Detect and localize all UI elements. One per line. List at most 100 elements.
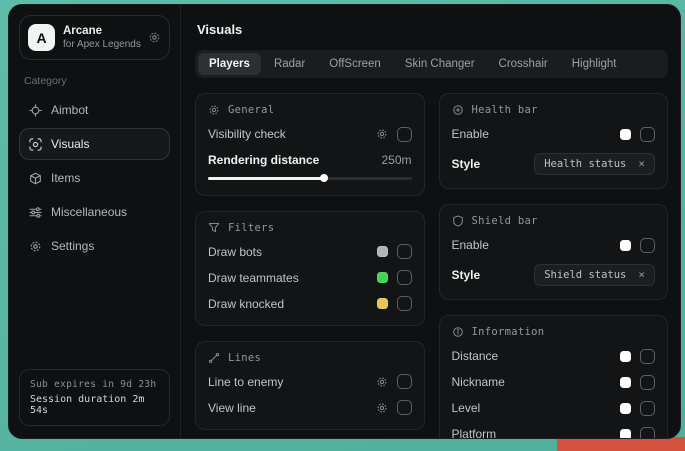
category-label: Category <box>24 75 165 87</box>
shield-enable-checkbox[interactable] <box>640 238 655 253</box>
config-gear-icon[interactable] <box>376 402 388 414</box>
sidebar-item-items[interactable]: Items <box>19 162 170 194</box>
color-swatch[interactable] <box>620 377 631 388</box>
main-content: Visuals Players Radar OffScreen Skin Cha… <box>181 5 680 438</box>
info-icon <box>452 326 464 338</box>
gear-icon <box>29 240 42 253</box>
tab-offscreen[interactable]: OffScreen <box>318 53 392 75</box>
sidebar: A Arcane for Apex Legends Category Aimbo… <box>9 5 181 438</box>
color-swatch[interactable] <box>377 272 388 283</box>
sidebar-item-aimbot[interactable]: Aimbot <box>19 94 170 126</box>
section-title: Shield bar <box>472 215 538 227</box>
section-health-bar: Health bar Enable Style Health status <box>439 93 669 189</box>
tab-crosshair[interactable]: Crosshair <box>488 53 559 75</box>
line-tool-icon <box>208 352 220 364</box>
sidebar-item-label: Items <box>51 171 80 185</box>
row-nickname: Nickname <box>452 369 656 395</box>
health-enable-checkbox[interactable] <box>640 127 655 142</box>
config-gear-icon[interactable] <box>376 128 388 140</box>
color-swatch[interactable] <box>377 246 388 257</box>
draw-knocked-checkbox[interactable] <box>397 296 412 311</box>
sidebar-item-label: Visuals <box>51 137 89 151</box>
general-gear-icon <box>208 104 220 116</box>
config-gear-icon[interactable] <box>376 376 388 388</box>
color-swatch[interactable] <box>620 429 631 439</box>
session-duration-text: Session duration 2m 54s <box>30 394 159 416</box>
section-general: General Visibility check <box>195 93 425 196</box>
row-level: Level <box>452 395 656 421</box>
row-platform: Platform <box>452 421 656 438</box>
health-icon <box>452 104 464 116</box>
app-subtitle: for Apex Legends <box>63 39 140 50</box>
right-column: Health bar Enable Style Health status <box>439 93 669 438</box>
shield-icon <box>452 215 464 227</box>
nickname-checkbox[interactable] <box>640 375 655 390</box>
sidebar-item-label: Aimbot <box>51 103 88 117</box>
subscription-info-card: Sub expires in 9d 23h Session duration 2… <box>19 369 170 426</box>
funnel-icon <box>208 222 220 234</box>
section-title: Health bar <box>472 104 538 116</box>
color-swatch[interactable] <box>620 403 631 414</box>
section-title: General <box>228 104 274 116</box>
color-swatch[interactable] <box>377 298 388 309</box>
section-title: Filters <box>228 222 274 234</box>
shield-style-select[interactable]: Shield status × <box>534 264 655 286</box>
visibility-check-checkbox[interactable] <box>397 127 412 142</box>
section-title: Lines <box>228 352 261 364</box>
row-draw-teammates: Draw teammates <box>208 265 412 291</box>
wallpaper-red-stripe <box>557 437 685 451</box>
line-to-enemy-checkbox[interactable] <box>397 374 412 389</box>
select-value: Health status <box>544 158 626 170</box>
scan-icon <box>29 138 42 151</box>
color-swatch[interactable] <box>620 129 631 140</box>
app-name: Arcane <box>63 25 140 37</box>
app-settings-icon[interactable] <box>148 31 161 44</box>
row-draw-knocked: Draw knocked <box>208 291 412 317</box>
section-shield-bar: Shield bar Enable Style Shield status <box>439 204 669 300</box>
row-shield-style: Style Shield status × <box>452 258 656 291</box>
rendering-distance-value: 250m <box>381 153 411 167</box>
color-swatch[interactable] <box>620 240 631 251</box>
select-value: Shield status <box>544 269 626 281</box>
tab-highlight[interactable]: Highlight <box>561 53 628 75</box>
tab-players[interactable]: Players <box>198 53 261 75</box>
slider-knob[interactable] <box>320 174 328 182</box>
view-line-checkbox[interactable] <box>397 400 412 415</box>
row-health-enable: Enable <box>452 121 656 147</box>
row-visibility-check: Visibility check <box>208 121 412 147</box>
sidebar-item-settings[interactable]: Settings <box>19 230 170 262</box>
clear-icon[interactable]: × <box>638 158 645 169</box>
draw-teammates-checkbox[interactable] <box>397 270 412 285</box>
clear-icon[interactable]: × <box>638 269 645 280</box>
app-header-card: A Arcane for Apex Legends <box>19 15 170 60</box>
sidebar-item-miscellaneous[interactable]: Miscellaneous <box>19 196 170 228</box>
sidebar-item-label: Miscellaneous <box>51 205 127 219</box>
draw-bots-checkbox[interactable] <box>397 244 412 259</box>
left-column: General Visibility check <box>195 93 425 438</box>
app-window: A Arcane for Apex Legends Category Aimbo… <box>8 4 681 439</box>
row-draw-bots: Draw bots <box>208 239 412 265</box>
tab-radar[interactable]: Radar <box>263 53 316 75</box>
health-style-select[interactable]: Health status × <box>534 153 655 175</box>
rendering-distance-slider[interactable] <box>208 177 412 180</box>
platform-checkbox[interactable] <box>640 427 655 439</box>
color-swatch[interactable] <box>620 351 631 362</box>
section-lines: Lines Line to enemy <box>195 341 425 430</box>
row-distance: Distance <box>452 343 656 369</box>
row-health-style: Style Health status × <box>452 147 656 180</box>
cube-icon <box>29 172 42 185</box>
section-filters: Filters Draw bots Draw teammates <box>195 211 425 326</box>
section-title: Information <box>472 326 545 338</box>
page-title: Visuals <box>197 22 668 37</box>
row-line-to-enemy: Line to enemy <box>208 369 412 395</box>
tab-bar: Players Radar OffScreen Skin Changer Cro… <box>195 50 668 78</box>
row-rendering-distance: Rendering distance 250m <box>208 147 412 168</box>
level-checkbox[interactable] <box>640 401 655 416</box>
crosshair-icon <box>29 104 42 117</box>
distance-checkbox[interactable] <box>640 349 655 364</box>
app-logo: A <box>28 24 55 51</box>
sidebar-item-visuals[interactable]: Visuals <box>19 128 170 160</box>
sliders-icon <box>29 206 42 219</box>
tab-skin-changer[interactable]: Skin Changer <box>394 53 486 75</box>
sidebar-nav: Aimbot Visuals Items <box>19 94 170 262</box>
